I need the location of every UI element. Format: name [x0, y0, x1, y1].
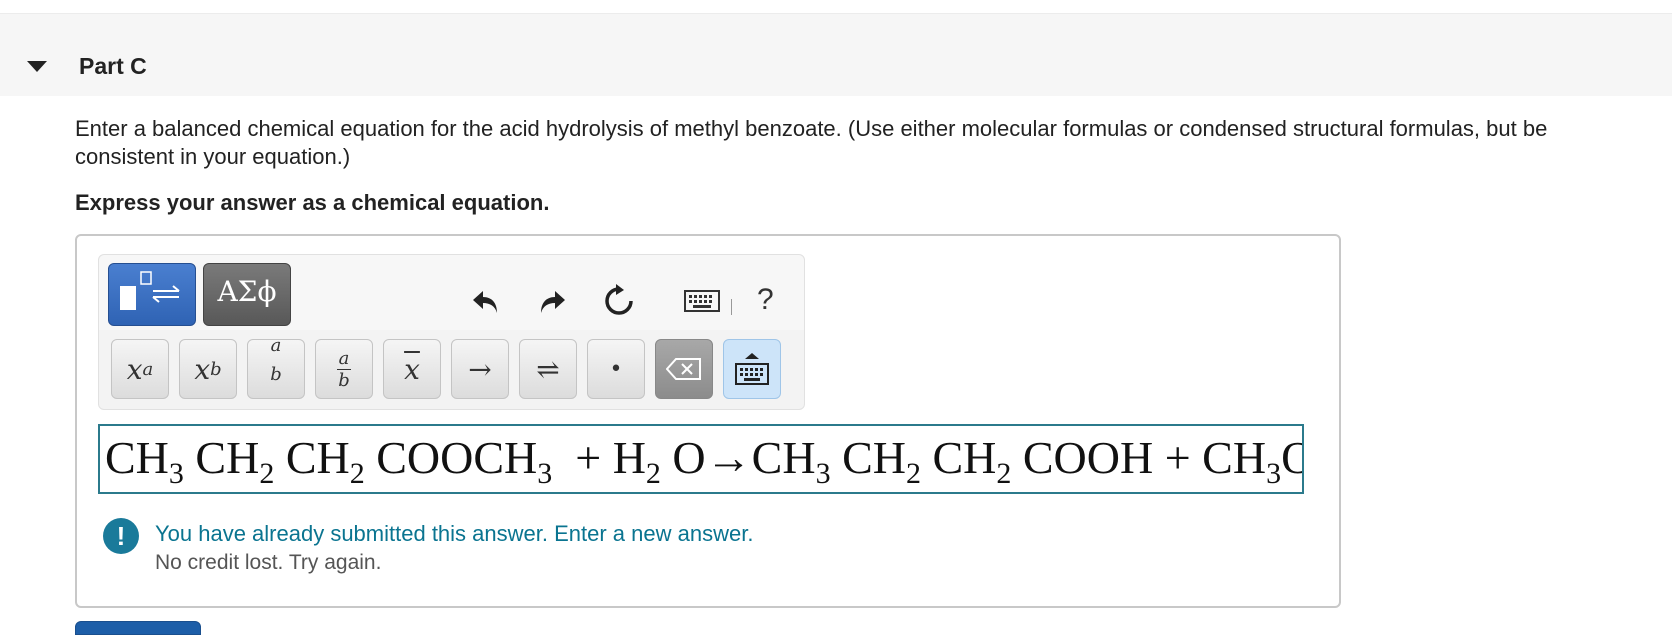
equation-text: CH: [920, 432, 997, 483]
reset-icon[interactable]: [599, 281, 639, 321]
superscript-exp: a: [142, 358, 154, 380]
equation-text: COOH + CH: [1011, 432, 1267, 483]
equation-subscript: 2: [259, 457, 275, 490]
redo-icon[interactable]: [532, 281, 572, 321]
fraction-denominator: b: [338, 369, 350, 391]
greek-symbols-button[interactable]: ΑΣϕ: [203, 263, 291, 326]
subscript-index: b: [210, 358, 222, 380]
feedback-message: You have already submitted this answer. …: [155, 521, 754, 546]
equation-text: CH: [105, 432, 169, 483]
fraction-numerator: a: [336, 347, 352, 370]
equation-text: CH: [274, 432, 350, 483]
keyboard-toggle-icon: [735, 353, 769, 385]
fraction-key[interactable]: a b: [315, 339, 373, 399]
equilibrium-glyph: ⇌: [536, 352, 560, 386]
part-title: Part C: [79, 53, 147, 79]
equation-text: COOCH: [364, 432, 538, 483]
over-under-top: a: [270, 335, 282, 356]
answer-box: ΑΣϕ ? xa xb a b a b x → ⇌ • CH3 CH2 CH2 …: [75, 234, 1341, 608]
answer-instruction: Express your answer as a chemical equati…: [75, 190, 550, 215]
submit-button[interactable]: [75, 621, 201, 635]
backspace-icon: [666, 358, 701, 380]
equation-text: →: [705, 432, 752, 483]
over-under-bottom: b: [270, 364, 282, 385]
equation-subscript: 2: [645, 457, 661, 490]
equation-subscript: 3: [168, 457, 184, 490]
answer-input[interactable]: CH3 CH2 CH2 COOCH3 + H2 O→CH3 CH2 CH2 CO…: [98, 424, 1304, 494]
arrow-glyph: →: [468, 352, 492, 386]
part-header[interactable]: Part C: [0, 13, 1672, 96]
dot-glyph: •: [609, 356, 623, 382]
superscript-base: x: [126, 352, 143, 386]
bar-key[interactable]: x: [383, 339, 441, 399]
equation-text: CH: [751, 432, 816, 483]
help-button[interactable]: ?: [757, 283, 774, 317]
equation-subscript: 3: [815, 457, 831, 490]
equation-subscript: 2: [905, 457, 921, 490]
equation-subscript: 3: [1266, 457, 1282, 490]
templates-icon: [120, 271, 180, 310]
equation-text: O: [660, 432, 706, 483]
collapse-caret-icon[interactable]: [27, 61, 47, 72]
subscript-key[interactable]: xb: [179, 339, 237, 399]
equation-subscript: 3: [537, 457, 553, 490]
feedback-detail: No credit lost. Try again.: [155, 551, 382, 574]
question-text: Enter a balanced chemical equation for t…: [75, 116, 1548, 169]
show-keyboard-key[interactable]: [723, 339, 781, 399]
undo-icon[interactable]: [466, 281, 506, 321]
templates-button[interactable]: [108, 263, 196, 326]
backspace-key[interactable]: [655, 339, 713, 399]
equation-text: OH: [1281, 432, 1302, 483]
subscript-base: x: [194, 352, 211, 386]
bar-glyph: x: [404, 352, 420, 386]
alert-icon: !: [103, 518, 139, 554]
equation-subscript: 2: [996, 457, 1012, 490]
superscript-key[interactable]: xa: [111, 339, 169, 399]
equation-text: CH: [830, 432, 906, 483]
toolbar-separator: [731, 299, 732, 315]
keyboard-icon[interactable]: [682, 281, 722, 321]
equation-text: + H: [552, 432, 646, 483]
equation-text: CH: [183, 432, 260, 483]
equation-subscript: 2: [349, 457, 365, 490]
dot-key[interactable]: •: [587, 339, 645, 399]
over-under-key[interactable]: a b: [247, 335, 305, 399]
equation-toolbar: ΑΣϕ ? xa xb a b a b x → ⇌ •: [98, 254, 805, 410]
reaction-arrow-key[interactable]: →: [451, 339, 509, 399]
equilibrium-arrow-key[interactable]: ⇌: [519, 339, 577, 399]
